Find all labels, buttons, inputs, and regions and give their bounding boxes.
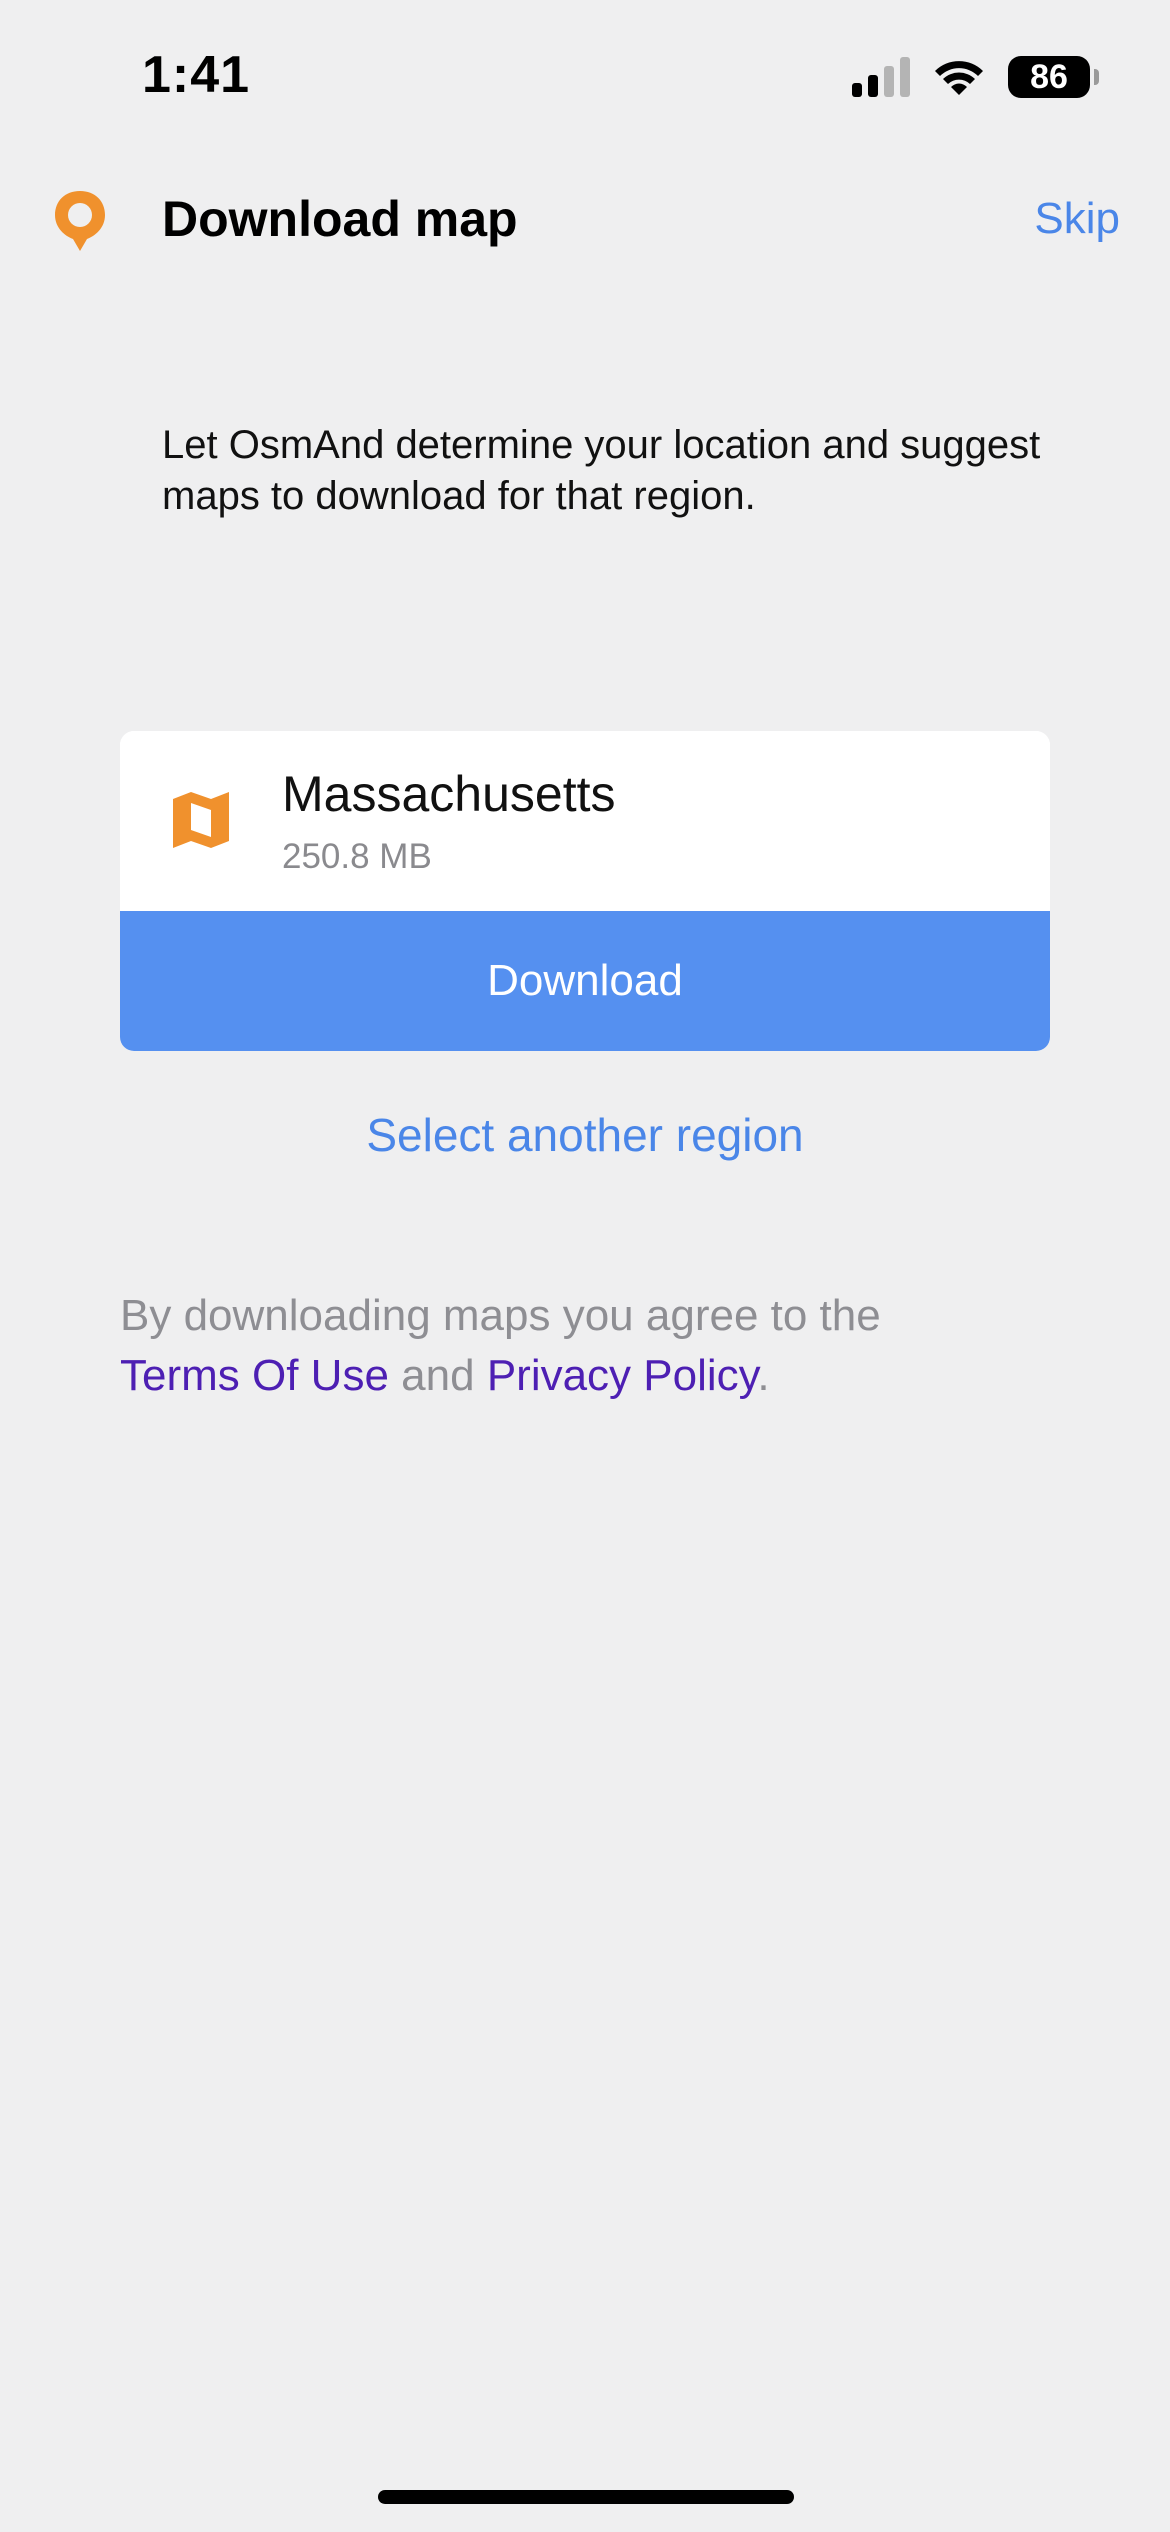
legal-conjunction: and [401, 1351, 475, 1400]
status-bar: 1:41 86 [0, 0, 1170, 150]
status-icons: 86 [852, 52, 1099, 102]
select-another-region-link[interactable]: Select another region [0, 1108, 1170, 1162]
legal-prefix: By downloading maps you agree to the [120, 1291, 881, 1340]
terms-of-use-link[interactable]: Terms Of Use [120, 1351, 389, 1400]
status-time: 1:41 [142, 46, 251, 104]
region-size: 250.8 MB [282, 837, 432, 876]
skip-button[interactable]: Skip [1034, 194, 1120, 244]
description-text: Let OsmAnd determine your location and s… [162, 423, 1041, 518]
privacy-policy-link[interactable]: Privacy Policy [487, 1351, 758, 1400]
region-name: Massachusetts [282, 766, 616, 822]
cellular-signal-icon [852, 57, 910, 97]
region-info: Massachusetts 250.8 MB [120, 731, 1050, 911]
legal-notice: By downloading maps you agree to the Ter… [120, 1286, 1080, 1406]
home-indicator[interactable] [378, 2490, 794, 2504]
region-card: Massachusetts 250.8 MB Download [120, 731, 1050, 1051]
header: Download map Skip [0, 170, 1170, 270]
battery-tip [1094, 69, 1099, 85]
wifi-icon [935, 61, 983, 95]
battery-level: 86 [1030, 57, 1068, 96]
folded-map-icon [173, 792, 229, 848]
page-title: Download map [162, 191, 518, 247]
battery-indicator: 86 [1008, 56, 1099, 98]
legal-suffix: . [757, 1351, 770, 1400]
location-pin-icon [55, 191, 105, 251]
download-button[interactable]: Download [120, 911, 1050, 1051]
